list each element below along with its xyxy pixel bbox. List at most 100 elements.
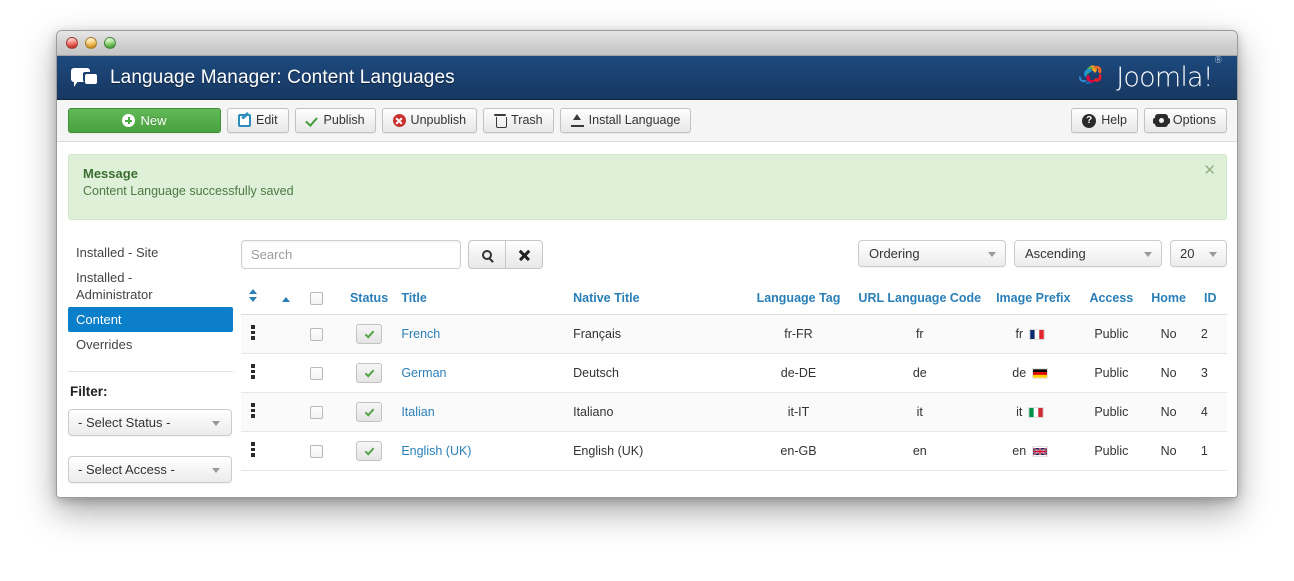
install-language-button[interactable]: Install Language	[560, 108, 692, 133]
sidebar-item-content[interactable]: Content	[68, 307, 233, 332]
pencil-icon	[238, 114, 251, 127]
drag-handle-icon[interactable]	[251, 325, 255, 340]
row-select-cell[interactable]	[297, 393, 337, 432]
sidebar-divider	[68, 371, 233, 372]
clear-search-button[interactable]	[505, 240, 543, 269]
row-checkbox[interactable]	[310, 406, 323, 419]
row-checkbox[interactable]	[310, 367, 323, 380]
th-sort-handle[interactable]	[241, 283, 274, 315]
sidebar-item-overrides[interactable]: Overrides	[68, 332, 233, 357]
row-checkbox[interactable]	[310, 445, 323, 458]
row-id-cell: 4	[1194, 393, 1227, 432]
sidebar-item-installed-site[interactable]: Installed - Site	[68, 240, 233, 265]
options-button-label: Options	[1173, 114, 1216, 127]
drag-handle-icon[interactable]	[251, 364, 255, 379]
language-title-link[interactable]: Italian	[401, 405, 434, 419]
new-button[interactable]: New	[68, 108, 221, 133]
content-area: Message Content Language successfully sa…	[57, 142, 1237, 498]
row-home-cell: No	[1144, 315, 1194, 354]
th-status[interactable]: Status	[337, 283, 402, 315]
th-language-tag[interactable]: Language Tag	[745, 283, 852, 315]
row-order-cell	[274, 432, 297, 471]
install-language-button-label: Install Language	[589, 114, 681, 127]
table-footer-spacer	[241, 471, 1227, 487]
row-drag-handle-cell[interactable]	[241, 354, 274, 393]
publish-button-label: Publish	[324, 114, 365, 127]
table-row: German Deutsch de-DE de de	[241, 354, 1227, 393]
th-sort-asc[interactable]	[274, 283, 297, 315]
window-traffic-lights	[66, 37, 116, 49]
row-url-code-cell: fr	[852, 315, 987, 354]
row-title-cell[interactable]: German	[401, 354, 573, 393]
th-id[interactable]: ID	[1194, 283, 1227, 315]
row-url-code-cell: de	[852, 354, 987, 393]
options-button[interactable]: Options	[1144, 108, 1227, 133]
row-status-cell[interactable]	[337, 315, 402, 354]
language-title-link[interactable]: German	[401, 366, 446, 380]
chevron-down-icon	[1209, 252, 1217, 257]
trash-button-label: Trash	[511, 114, 543, 127]
th-title[interactable]: Title	[401, 283, 573, 315]
status-published-icon[interactable]	[356, 441, 382, 461]
list-limit-dropdown[interactable]: 20	[1170, 240, 1227, 267]
maximize-window-button[interactable]	[104, 37, 116, 49]
minimize-window-button[interactable]	[85, 37, 97, 49]
status-published-icon[interactable]	[356, 324, 382, 344]
th-native-title[interactable]: Native Title	[573, 283, 745, 315]
row-title-cell[interactable]: Italian	[401, 393, 573, 432]
drag-handle-icon[interactable]	[251, 442, 255, 457]
row-drag-handle-cell[interactable]	[241, 315, 274, 354]
search-input[interactable]	[241, 240, 461, 269]
th-access[interactable]: Access	[1079, 283, 1144, 315]
gear-icon	[1155, 114, 1168, 127]
comment-bubble-icon	[71, 67, 97, 89]
row-drag-handle-cell[interactable]	[241, 393, 274, 432]
row-title-cell[interactable]: French	[401, 315, 573, 354]
toolbar-right-group: ? Help Options	[1071, 108, 1227, 133]
row-checkbox[interactable]	[310, 328, 323, 341]
th-url-language-code[interactable]: URL Language Code	[852, 283, 987, 315]
row-native-title-cell: English (UK)	[573, 432, 745, 471]
row-title-cell[interactable]: English (UK)	[401, 432, 573, 471]
row-drag-handle-cell[interactable]	[241, 432, 274, 471]
select-all-checkbox[interactable]	[310, 292, 323, 305]
trash-button[interactable]: Trash	[483, 108, 554, 133]
row-status-cell[interactable]	[337, 393, 402, 432]
table-row: Italian Italiano it-IT it it	[241, 393, 1227, 432]
th-select-all[interactable]	[297, 283, 337, 315]
close-window-button[interactable]	[66, 37, 78, 49]
row-status-cell[interactable]	[337, 432, 402, 471]
select-status-dropdown[interactable]: - Select Status -	[68, 409, 232, 436]
sort-direction-dropdown[interactable]: Ascending	[1014, 240, 1162, 267]
th-image-prefix[interactable]: Image Prefix	[987, 283, 1079, 315]
row-native-title-cell: Italiano	[573, 393, 745, 432]
publish-button[interactable]: Publish	[295, 108, 376, 133]
row-select-cell[interactable]	[297, 315, 337, 354]
language-title-link[interactable]: French	[401, 327, 440, 341]
edit-button[interactable]: Edit	[227, 108, 289, 133]
search-icon	[482, 250, 492, 260]
list-limit-label: 20	[1180, 246, 1194, 261]
ordering-dropdown[interactable]: Ordering	[858, 240, 1006, 267]
select-access-dropdown[interactable]: - Select Access -	[68, 456, 232, 483]
th-home[interactable]: Home	[1144, 283, 1194, 315]
sidebar-item-installed-administrator[interactable]: Installed - Administrator	[68, 265, 196, 307]
row-status-cell[interactable]	[337, 354, 402, 393]
unpublish-button[interactable]: Unpublish	[382, 108, 478, 133]
flag-de-icon	[1032, 368, 1048, 379]
row-select-cell[interactable]	[297, 354, 337, 393]
search-button[interactable]	[468, 240, 506, 269]
row-home-cell: No	[1144, 354, 1194, 393]
status-published-icon[interactable]	[356, 363, 382, 383]
close-icon[interactable]: ✕	[1203, 163, 1216, 178]
help-button[interactable]: ? Help	[1071, 108, 1138, 133]
table-body: French Français fr-FR fr fr	[241, 315, 1227, 471]
row-access-cell: Public	[1079, 354, 1144, 393]
row-select-cell[interactable]	[297, 432, 337, 471]
language-title-link[interactable]: English (UK)	[401, 444, 471, 458]
drag-handle-icon[interactable]	[251, 403, 255, 418]
row-order-cell	[274, 315, 297, 354]
help-icon: ?	[1082, 114, 1096, 128]
status-published-icon[interactable]	[356, 402, 382, 422]
image-prefix-text: it	[1016, 405, 1022, 419]
